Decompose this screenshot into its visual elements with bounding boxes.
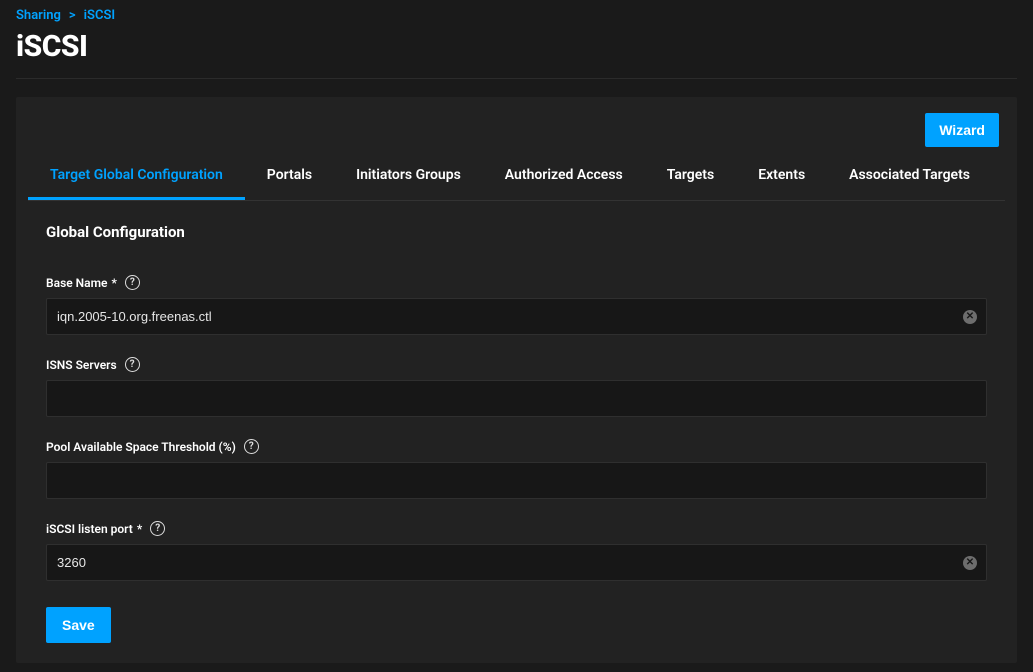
required-indicator: * (112, 276, 117, 290)
section-title: Global Configuration (34, 201, 999, 247)
pool-threshold-input[interactable] (46, 462, 987, 499)
label-base-name: Base Name (46, 276, 108, 290)
chevron-right-icon: > (69, 8, 76, 23)
tab-portals[interactable]: Portals (245, 153, 334, 200)
help-icon[interactable]: ? (150, 521, 165, 536)
wizard-button[interactable]: Wizard (925, 113, 999, 147)
tab-target-global-configuration[interactable]: Target Global Configuration (28, 153, 245, 200)
tab-initiators-groups[interactable]: Initiators Groups (334, 153, 483, 200)
label-pool-threshold: Pool Available Space Threshold (%) (46, 440, 236, 454)
tab-targets[interactable]: Targets (645, 153, 736, 200)
help-icon[interactable]: ? (125, 275, 140, 290)
field-listen-port: iSCSI listen port * ? ✕ (46, 521, 987, 581)
tab-associated-targets[interactable]: Associated Targets (827, 153, 992, 200)
tabs: Target Global Configuration Portals Init… (28, 153, 1005, 201)
field-pool-threshold: Pool Available Space Threshold (%) ? (46, 439, 987, 499)
page-title: iSCSI (16, 27, 1017, 78)
tab-authorized-access[interactable]: Authorized Access (483, 153, 645, 200)
field-base-name: Base Name * ? ✕ (46, 275, 987, 335)
breadcrumb: Sharing > iSCSI (16, 0, 1017, 27)
breadcrumb-current[interactable]: iSCSI (84, 8, 115, 23)
tab-extents[interactable]: Extents (736, 153, 827, 200)
form: Base Name * ? ✕ ISNS Servers ? (34, 247, 999, 643)
config-card: Wizard Target Global Configuration Porta… (16, 97, 1017, 663)
base-name-input[interactable] (46, 298, 987, 335)
clear-icon[interactable]: ✕ (963, 556, 977, 570)
help-icon[interactable]: ? (125, 357, 140, 372)
breadcrumb-parent[interactable]: Sharing (16, 8, 61, 23)
clear-icon[interactable]: ✕ (963, 310, 977, 324)
label-listen-port: iSCSI listen port (46, 522, 133, 536)
save-button[interactable]: Save (46, 607, 111, 643)
label-isns-servers: ISNS Servers (46, 358, 117, 372)
divider (16, 78, 1017, 79)
isns-servers-input[interactable] (46, 380, 987, 417)
required-indicator: * (137, 522, 142, 536)
help-icon[interactable]: ? (244, 439, 259, 454)
field-isns-servers: ISNS Servers ? (46, 357, 987, 417)
listen-port-input[interactable] (46, 544, 987, 581)
